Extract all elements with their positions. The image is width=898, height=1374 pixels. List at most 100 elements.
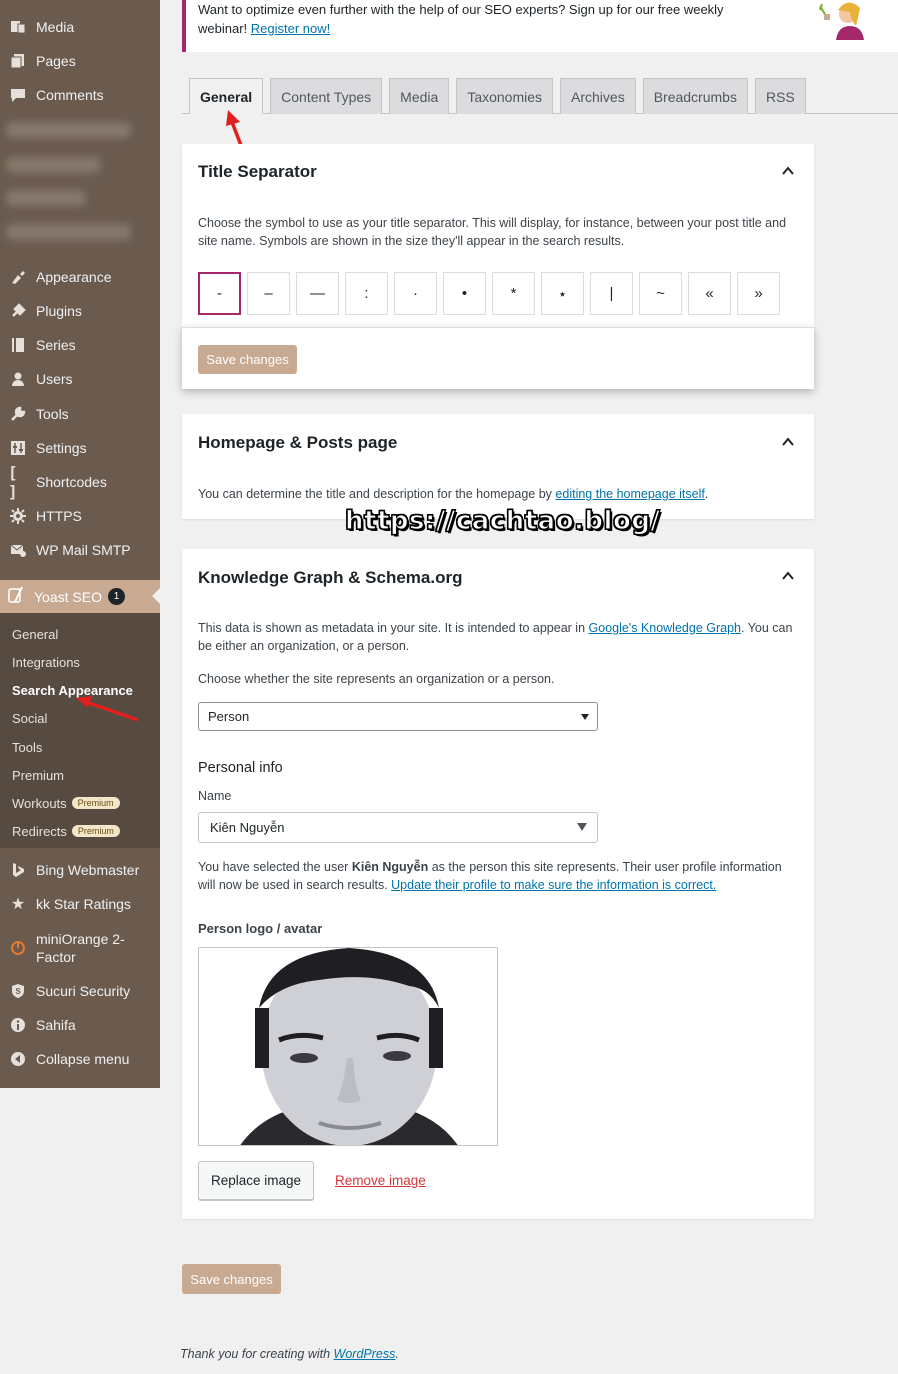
separator-option[interactable]: - xyxy=(198,272,241,315)
menu-label: Series xyxy=(36,337,76,353)
person-logo-label: Person logo / avatar xyxy=(198,921,323,936)
menu-item-https[interactable]: HTTPS xyxy=(0,499,160,533)
homepage-card: Homepage & Posts page You can determine … xyxy=(182,414,814,519)
dropdown-arrow-icon xyxy=(581,714,589,720)
admin-sidebar: Media Pages Comments Appearance Plugins … xyxy=(0,0,160,1088)
menu-item-pages[interactable]: Pages xyxy=(0,44,160,78)
tab-breadcrumbs[interactable]: Breadcrumbs xyxy=(642,78,748,114)
separator-option[interactable]: · xyxy=(394,272,437,315)
menu-item-appearance[interactable]: Appearance xyxy=(0,260,160,294)
submenu-premium[interactable]: Premium xyxy=(12,765,64,785)
menu-item-tools[interactable]: Tools xyxy=(0,397,160,431)
chevron-up-icon[interactable] xyxy=(782,165,794,177)
red-arrow-annotation xyxy=(76,696,139,722)
sticky-save-bar: Save changes xyxy=(182,327,814,389)
save-changes-button[interactable]: Save changes xyxy=(198,345,297,374)
title-separator-card: Title Separator Choose the symbol to use… xyxy=(182,144,814,334)
menu-item-settings[interactable]: Settings xyxy=(0,431,160,465)
save-changes-button-bottom[interactable]: Save changes xyxy=(182,1264,281,1294)
shortcodes-icon: [ ] xyxy=(8,463,18,501)
name-select[interactable]: Kiên Nguyễn xyxy=(198,812,598,843)
remove-image-link[interactable]: Remove image xyxy=(335,1173,426,1188)
menu-item-plugins[interactable]: Plugins xyxy=(0,294,160,328)
separator-option[interactable]: ⋆ xyxy=(541,272,584,315)
yoast-submenu: General Integrations Search Appearance S… xyxy=(0,613,160,848)
menu-item-wp-mail-smtp[interactable]: WP Mail SMTP xyxy=(0,533,160,567)
menu-label: WP Mail SMTP xyxy=(36,542,131,558)
appearance-icon xyxy=(8,267,28,287)
editing-homepage-link[interactable]: editing the homepage itself xyxy=(555,487,704,501)
submenu-general[interactable]: General xyxy=(12,624,58,644)
tab-content-types[interactable]: Content Types xyxy=(270,78,383,114)
shield-icon: S xyxy=(8,981,28,1001)
menu-label: HTTPS xyxy=(36,508,82,524)
blurred-menu-item xyxy=(6,157,101,173)
submenu-redirects[interactable]: Redirects Premium xyxy=(12,821,120,841)
menu-item-comments[interactable]: Comments xyxy=(0,78,160,112)
menu-label: Bing Webmaster xyxy=(36,862,140,878)
wordpress-link[interactable]: WordPress xyxy=(334,1347,396,1361)
choose-label: Choose whether the site represents an or… xyxy=(198,672,555,686)
separator-option[interactable]: » xyxy=(737,272,780,315)
selected-user-description: You have selected the user Kiên Nguyễn a… xyxy=(198,860,782,892)
settings-icon xyxy=(8,438,28,458)
menu-label: miniOrange 2-Factor xyxy=(36,931,125,965)
separator-option[interactable]: ~ xyxy=(639,272,682,315)
menu-item-sahifa[interactable]: Sahifa xyxy=(0,1008,160,1042)
card-title: Knowledge Graph & Schema.org xyxy=(198,568,463,587)
separator-option[interactable]: • xyxy=(443,272,486,315)
menu-label: Settings xyxy=(36,440,87,456)
menu-item-users[interactable]: Users xyxy=(0,362,160,396)
separator-option[interactable]: * xyxy=(492,272,535,315)
tab-rss[interactable]: RSS xyxy=(754,78,806,114)
update-profile-link[interactable]: Update their profile to make sure the in… xyxy=(391,878,716,892)
menu-item-kk-star-ratings[interactable]: ★ kk Star Ratings xyxy=(0,887,160,921)
menu-item-shortcodes[interactable]: [ ] Shortcodes xyxy=(0,463,160,501)
menu-item-miniorange[interactable]: miniOrange 2-Factor xyxy=(0,930,160,966)
menu-item-media[interactable]: Media xyxy=(0,10,160,44)
menu-label: Plugins xyxy=(36,303,82,319)
menu-item-bing-webmaster[interactable]: Bing Webmaster xyxy=(0,853,160,887)
submenu-workouts[interactable]: Workouts Premium xyxy=(12,793,120,813)
users-icon xyxy=(8,369,28,389)
google-knowledge-graph-link[interactable]: Google's Knowledge Graph xyxy=(589,621,741,635)
collapse-menu-button[interactable]: Collapse menu xyxy=(0,1042,160,1076)
yoast-character-illustration xyxy=(819,2,864,40)
submenu-integrations[interactable]: Integrations xyxy=(12,652,80,672)
tab-media[interactable]: Media xyxy=(389,78,450,114)
tab-archives[interactable]: Archives xyxy=(560,78,636,114)
name-label: Name xyxy=(198,789,232,803)
register-now-link[interactable]: Register now! xyxy=(251,21,330,36)
chevron-up-icon[interactable] xyxy=(782,436,794,448)
menu-label: Sucuri Security xyxy=(36,983,131,999)
miniorange-icon xyxy=(8,938,28,958)
menu-item-series[interactable]: Series xyxy=(0,328,160,362)
separator-option[interactable]: « xyxy=(688,272,731,315)
series-icon xyxy=(8,335,28,355)
separator-option[interactable]: : xyxy=(345,272,388,315)
media-icon xyxy=(8,17,28,37)
webinar-notice: Want to optimize even further with the h… xyxy=(182,0,898,52)
notification-count-badge: 1 xyxy=(107,588,125,605)
submenu-social[interactable]: Social xyxy=(12,708,47,728)
premium-badge: Premium xyxy=(71,825,120,837)
menu-label: Appearance xyxy=(36,269,112,285)
separator-option[interactable]: – xyxy=(247,272,290,315)
knowledge-graph-card: Knowledge Graph & Schema.org This data i… xyxy=(182,549,814,1219)
replace-image-button[interactable]: Replace image xyxy=(198,1161,314,1200)
separator-option[interactable]: — xyxy=(296,272,339,315)
submenu-tools[interactable]: Tools xyxy=(12,737,42,757)
organization-person-select[interactable]: Person xyxy=(198,702,598,731)
person-avatar-image xyxy=(198,947,498,1146)
tab-taxonomies[interactable]: Taxonomies xyxy=(456,78,554,114)
info-icon xyxy=(8,1015,28,1035)
collapse-icon xyxy=(8,1049,28,1069)
separator-option[interactable]: | xyxy=(590,272,633,315)
chevron-up-icon[interactable] xyxy=(782,570,794,582)
knowledge-graph-description: This data is shown as metadata in your s… xyxy=(198,621,793,653)
menu-item-sucuri-security[interactable]: S Sucuri Security xyxy=(0,974,160,1008)
svg-text:S: S xyxy=(15,987,21,996)
select-value: Person xyxy=(208,709,250,724)
yoast-label: Yoast SEO xyxy=(34,588,102,605)
menu-item-yoast-seo[interactable]: Yoast SEO 1 xyxy=(0,580,160,613)
